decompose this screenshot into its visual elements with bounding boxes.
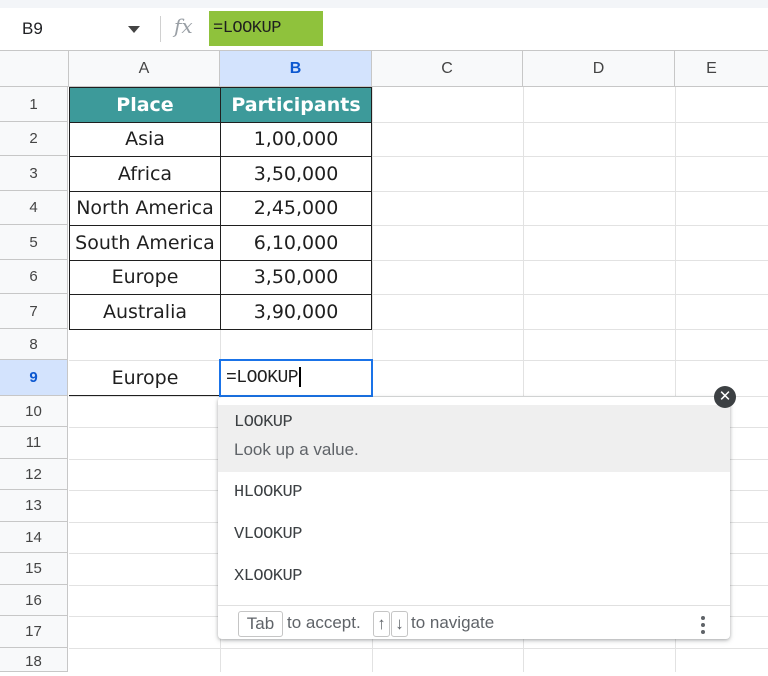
formula-bar-divider	[160, 16, 161, 42]
column-header-c[interactable]: C	[372, 51, 523, 87]
table-cell-participants[interactable]: 2,45,000	[220, 191, 372, 226]
row-header-15[interactable]: 15	[0, 553, 68, 585]
table-cell-participants[interactable]: 3,50,000	[220, 156, 372, 192]
row-header-11[interactable]: 11	[0, 427, 68, 459]
tab-key-hint: Tab	[238, 611, 283, 637]
row-header-6[interactable]: 6	[0, 260, 68, 294]
column-header-b[interactable]: B	[220, 51, 372, 87]
active-cell-text: =LOOKUP	[226, 368, 299, 388]
table-cell-place[interactable]: Africa	[69, 156, 221, 192]
autocomplete-item-xlookup[interactable]: XLOOKUP	[218, 556, 730, 598]
lookup-value-cell[interactable]: Europe	[69, 360, 221, 396]
row-header-7[interactable]: 7	[0, 294, 68, 329]
formula-bar	[0, 8, 768, 51]
table-cell-place[interactable]: Europe	[69, 260, 221, 295]
row-header-18[interactable]: 18	[0, 648, 68, 672]
autocomplete-footer: Tab to accept. ↑ ↓ to navigate	[218, 605, 730, 640]
table-cell-place[interactable]: Asia	[69, 122, 221, 157]
table-cell-participants[interactable]: 3,90,000	[220, 294, 372, 330]
row-header-17[interactable]: 17	[0, 616, 68, 648]
up-arrow-icon: ↑	[373, 611, 390, 637]
close-icon[interactable]: ✕	[714, 386, 736, 408]
more-vert-icon[interactable]	[701, 616, 705, 637]
formula-autocomplete: LOOKUP Look up a value. HLOOKUP VLOOKUP …	[218, 397, 730, 639]
row-header-14[interactable]: 14	[0, 522, 68, 553]
table-cell-place[interactable]: North America	[69, 191, 221, 226]
row-header-3[interactable]: 3	[0, 156, 68, 191]
row-header-4[interactable]: 4	[0, 191, 68, 225]
name-box-dropdown-icon[interactable]	[128, 26, 140, 33]
text-caret	[299, 367, 301, 388]
row-header-16[interactable]: 16	[0, 585, 68, 616]
autocomplete-item-name: LOOKUP	[234, 413, 293, 432]
column-header-d[interactable]: D	[523, 51, 675, 87]
autocomplete-item-description: Look up a value.	[234, 440, 359, 459]
autocomplete-item-hlookup[interactable]: HLOOKUP	[218, 472, 730, 514]
navigate-hint-text: to navigate	[411, 613, 495, 632]
table-cell-place[interactable]: Australia	[69, 294, 221, 330]
table-header-participants[interactable]: Participants	[220, 87, 372, 123]
top-strip	[0, 0, 768, 8]
row-header-10[interactable]: 10	[0, 396, 68, 427]
column-header-e[interactable]: E	[675, 51, 768, 87]
row-header-5[interactable]: 5	[0, 225, 68, 260]
row-header-13[interactable]: 13	[0, 490, 68, 522]
row-header-1[interactable]: 1	[0, 87, 68, 122]
table-cell-place[interactable]: South America	[69, 225, 221, 261]
row-header-2[interactable]: 2	[0, 122, 68, 156]
select-all-corner[interactable]	[0, 51, 69, 87]
row-header-12[interactable]: 12	[0, 459, 68, 490]
fx-icon: fx	[174, 14, 193, 38]
table-header-place[interactable]: Place	[69, 87, 221, 123]
autocomplete-item-vlookup[interactable]: VLOOKUP	[218, 514, 730, 556]
active-cell-editor[interactable]: =LOOKUP	[219, 359, 373, 397]
row-header-9[interactable]: 9	[0, 360, 68, 396]
column-header-a[interactable]: A	[69, 51, 220, 87]
row-header-8[interactable]: 8	[0, 329, 68, 360]
table-cell-participants[interactable]: 1,00,000	[220, 122, 372, 157]
table-cell-participants[interactable]: 3,50,000	[220, 260, 372, 295]
down-arrow-icon: ↓	[391, 611, 408, 637]
formula-input[interactable]: =LOOKUP	[209, 11, 323, 46]
gridline-row	[69, 648, 768, 649]
name-box[interactable]: B9	[22, 19, 43, 39]
autocomplete-item-lookup[interactable]: LOOKUP Look up a value.	[218, 405, 730, 472]
table-cell-participants[interactable]: 6,10,000	[220, 225, 372, 261]
accept-hint-text: to accept.	[287, 613, 361, 632]
